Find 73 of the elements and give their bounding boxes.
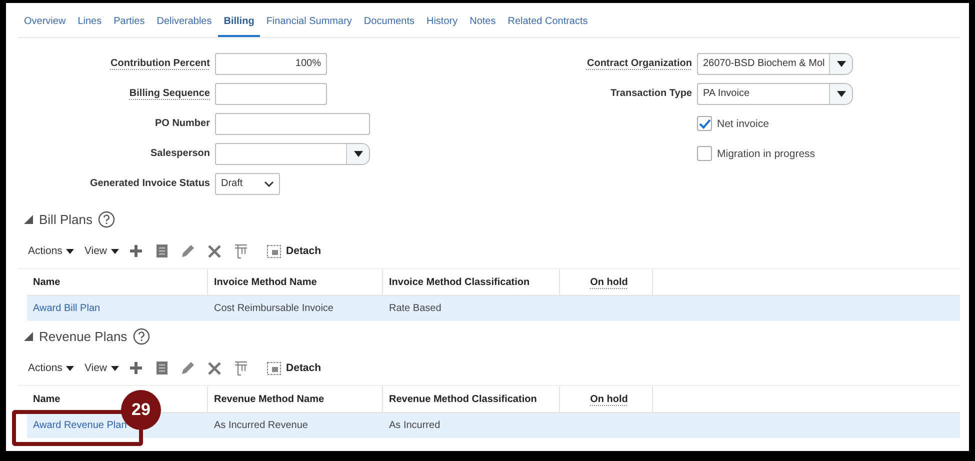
detach-icon	[267, 244, 282, 258]
column-header[interactable]: Name	[27, 269, 208, 295]
delete-icon[interactable]	[208, 362, 222, 374]
detach-button[interactable]: Detach	[267, 244, 322, 258]
pencil-icon[interactable]	[181, 244, 196, 258]
collapse-icon[interactable]	[24, 332, 33, 340]
text-field[interactable]	[215, 112, 370, 134]
tab[interactable]: Notes	[464, 16, 502, 37]
view-menu[interactable]: View	[84, 245, 120, 257]
tab[interactable]: Related Contracts	[502, 16, 594, 37]
field-label: Contribution Percent	[110, 58, 210, 69]
caret-icon	[66, 248, 74, 254]
actions-menu[interactable]: Actions	[28, 245, 74, 257]
column-header[interactable]: Revenue Method Name	[208, 386, 383, 412]
view-menu[interactable]: View	[84, 362, 120, 374]
table-cell-text: Cost Reimbursable Invoice	[213, 303, 334, 314]
table-cell-text: As Incurred Revenue	[213, 420, 309, 431]
add-icon[interactable]	[129, 244, 144, 258]
dropdown-icon[interactable]	[829, 54, 852, 74]
column-header[interactable]: On hold	[560, 269, 653, 295]
detach-button[interactable]: Detach	[267, 362, 322, 374]
help-icon[interactable]	[98, 210, 116, 228]
freeze-icon[interactable]	[234, 244, 248, 258]
combo-field[interactable]: PA Invoice	[697, 82, 853, 104]
table-row[interactable]: Award Bill Plan Cost Reimbursable Invoice Rate Based	[27, 296, 960, 321]
pencil-icon[interactable]	[181, 361, 196, 375]
field-label: Transaction Type	[609, 88, 692, 99]
table-cell-text: Rate Based	[388, 303, 442, 314]
tab[interactable]: History	[420, 16, 464, 37]
column-header[interactable]: On hold	[560, 386, 653, 412]
actions-menu[interactable]: Actions	[28, 362, 74, 374]
delete-icon[interactable]	[208, 244, 222, 258]
add-icon[interactable]	[129, 361, 144, 375]
tab[interactable]: Deliverables	[150, 16, 218, 37]
dropdown-icon[interactable]	[346, 144, 369, 164]
field-label: Salesperson	[150, 148, 210, 159]
detach-icon	[267, 362, 282, 374]
combo-field[interactable]	[215, 142, 370, 164]
caret-icon	[66, 366, 74, 370]
checkbox[interactable]	[697, 116, 712, 131]
document-icon[interactable]	[156, 244, 168, 258]
column-header[interactable]: Invoice Method Name	[208, 269, 383, 295]
plan-link[interactable]: Award Bill Plan	[27, 303, 208, 314]
checkbox[interactable]	[697, 146, 712, 161]
field-label: Contract Organization	[586, 58, 692, 69]
dropdown-icon[interactable]	[829, 84, 852, 104]
tab[interactable]: Lines	[72, 16, 108, 37]
select-field[interactable]: Draft	[215, 172, 280, 194]
tab[interactable]: Documents	[358, 16, 420, 37]
caret-icon	[111, 366, 120, 370]
field-label: PO Number	[154, 118, 210, 129]
document-icon[interactable]	[156, 361, 168, 375]
field-label: Billing Sequence	[128, 88, 210, 99]
section-title: Revenue Plans	[39, 328, 128, 344]
tab[interactable]: Overview	[18, 16, 72, 37]
tab[interactable]: Billing	[218, 16, 260, 37]
text-field[interactable]	[215, 82, 327, 104]
field-label: Generated Invoice Status	[88, 178, 210, 189]
checkbox-label: Net invoice	[717, 118, 769, 130]
column-header[interactable]: Invoice Method Classification	[383, 269, 560, 295]
chevron-icon	[264, 180, 274, 186]
tab[interactable]: Financial Summary	[260, 16, 358, 37]
collapse-icon[interactable]	[24, 214, 33, 224]
caret-icon	[111, 248, 120, 254]
text-field[interactable]: 100%	[215, 52, 327, 74]
table-cell-text: As Incurred	[388, 420, 442, 431]
combo-field[interactable]: 26070-BSD Biochem & Mol	[697, 52, 853, 74]
tab[interactable]: Parties	[108, 16, 151, 37]
section-title: Bill Plans	[39, 212, 92, 226]
checkbox-label: Migration in progress	[717, 148, 816, 160]
column-header[interactable]: Revenue Method Classification	[383, 386, 560, 412]
freeze-icon[interactable]	[234, 360, 248, 376]
help-icon[interactable]	[133, 328, 150, 344]
